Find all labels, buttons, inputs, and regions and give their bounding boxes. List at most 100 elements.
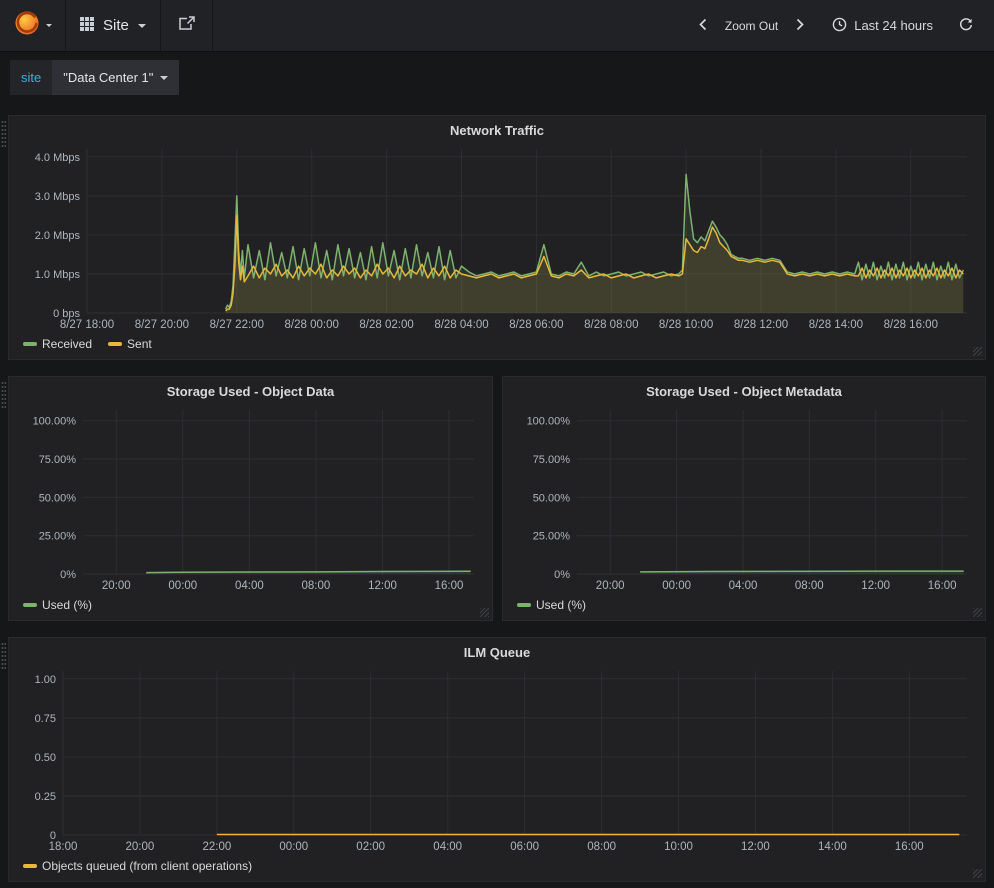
- panel-resize-handle[interactable]: [973, 869, 982, 878]
- svg-text:08:00: 08:00: [302, 580, 331, 592]
- legend-series-swatch-icon: [108, 342, 122, 346]
- chevron-right-icon: [796, 18, 804, 34]
- svg-text:100.00%: 100.00%: [33, 416, 77, 428]
- svg-text:1.00: 1.00: [35, 674, 56, 686]
- row-drag-handle-icon[interactable]: [1, 381, 6, 409]
- dashboard-picker-button[interactable]: Site: [66, 0, 161, 51]
- svg-text:22:00: 22:00: [203, 841, 232, 853]
- svg-text:00:00: 00:00: [279, 841, 308, 853]
- svg-text:12:00: 12:00: [741, 841, 770, 853]
- time-range-label: Last 24 hours: [854, 18, 933, 33]
- share-icon: [178, 16, 195, 36]
- svg-text:0%: 0%: [554, 569, 570, 581]
- panel-network-traffic: Network Traffic 0 bps1.0 Mbps2.0 Mbps3.0…: [8, 115, 986, 360]
- svg-text:18:00: 18:00: [49, 841, 78, 853]
- variable-site: site "Data Center 1": [10, 60, 179, 95]
- svg-text:8/27 22:00: 8/27 22:00: [210, 319, 264, 331]
- panel-storage-object-data: Storage Used - Object Data 0%25.00%50.00…: [8, 376, 493, 621]
- chart-legend: Objects queued (from client operations): [17, 855, 977, 877]
- svg-text:0.50: 0.50: [35, 752, 56, 764]
- chart-legend: Used (%): [17, 594, 484, 616]
- panel-title[interactable]: Storage Used - Object Data: [17, 380, 484, 404]
- legend-series-label: Sent: [127, 337, 152, 351]
- svg-text:8/27 18:00: 8/27 18:00: [60, 319, 114, 331]
- network-traffic-chart[interactable]: 0 bps1.0 Mbps2.0 Mbps3.0 Mbps4.0 Mbps8/2…: [17, 143, 977, 333]
- svg-text:00:00: 00:00: [168, 580, 197, 592]
- storage-object-metadata-chart[interactable]: 0%25.00%50.00%75.00%100.00%20:0000:0004:…: [511, 404, 977, 594]
- legend-item[interactable]: Objects queued (from client operations): [23, 859, 252, 873]
- svg-text:4.0 Mbps: 4.0 Mbps: [35, 152, 81, 164]
- panel-title[interactable]: Network Traffic: [17, 119, 977, 143]
- svg-text:8/28 16:00: 8/28 16:00: [884, 319, 938, 331]
- svg-text:12:00: 12:00: [368, 580, 397, 592]
- chart-legend: Used (%): [511, 594, 977, 616]
- legend-series-swatch-icon: [517, 603, 531, 607]
- topbar: Site Zoom Out: [0, 0, 994, 52]
- legend-item[interactable]: Sent: [108, 337, 152, 351]
- row-drag-handle-icon[interactable]: [1, 120, 6, 148]
- legend-item[interactable]: Received: [23, 337, 92, 351]
- svg-text:00:00: 00:00: [662, 580, 691, 592]
- svg-text:75.00%: 75.00%: [533, 454, 571, 466]
- panel-resize-handle[interactable]: [480, 608, 489, 617]
- svg-text:16:00: 16:00: [435, 580, 464, 592]
- svg-text:04:00: 04:00: [235, 580, 264, 592]
- panel-resize-handle[interactable]: [973, 608, 982, 617]
- chevron-left-icon: [699, 18, 707, 34]
- svg-text:8/27 20:00: 8/27 20:00: [135, 319, 189, 331]
- ilm-queue-chart[interactable]: 00.250.500.751.0018:0020:0022:0000:0002:…: [17, 665, 977, 855]
- chart-legend: Received Sent: [17, 333, 977, 355]
- svg-text:2.0 Mbps: 2.0 Mbps: [35, 230, 81, 242]
- zoom-out-button[interactable]: Zoom Out: [716, 13, 787, 39]
- dashboard-grid: Network Traffic 0 bps1.0 Mbps2.0 Mbps3.0…: [0, 103, 994, 882]
- svg-text:08:00: 08:00: [795, 580, 824, 592]
- panel-storage-object-metadata: Storage Used - Object Metadata 0%25.00%5…: [502, 376, 986, 621]
- svg-text:100.00%: 100.00%: [527, 416, 571, 428]
- dashboard-row: Network Traffic 0 bps1.0 Mbps2.0 Mbps3.0…: [8, 115, 986, 360]
- svg-text:8/28 08:00: 8/28 08:00: [584, 319, 638, 331]
- legend-series-label: Objects queued (from client operations): [42, 859, 252, 873]
- svg-text:0.75: 0.75: [35, 713, 56, 725]
- svg-text:8/28 12:00: 8/28 12:00: [734, 319, 788, 331]
- svg-text:16:00: 16:00: [895, 841, 924, 853]
- svg-text:08:00: 08:00: [587, 841, 616, 853]
- legend-series-swatch-icon: [23, 603, 37, 607]
- time-shift-forward-button[interactable]: [787, 12, 813, 40]
- svg-text:8/28 00:00: 8/28 00:00: [285, 319, 339, 331]
- svg-text:20:00: 20:00: [102, 580, 131, 592]
- storage-object-data-chart[interactable]: 0%25.00%50.00%75.00%100.00%20:0000:0004:…: [17, 404, 484, 594]
- panel-ilm-queue: ILM Queue 00.250.500.751.0018:0020:0022:…: [8, 637, 986, 882]
- svg-text:8/28 14:00: 8/28 14:00: [809, 319, 863, 331]
- panel-resize-handle[interactable]: [973, 347, 982, 356]
- svg-text:12:00: 12:00: [861, 580, 890, 592]
- legend-series-swatch-icon: [23, 342, 37, 346]
- time-controls: Zoom Out Last 24 hours: [690, 0, 994, 51]
- dashboard-row: Storage Used - Object Data 0%25.00%50.00…: [8, 376, 986, 621]
- clock-icon: [832, 17, 847, 35]
- svg-text:50.00%: 50.00%: [39, 492, 77, 504]
- svg-text:8/28 10:00: 8/28 10:00: [659, 319, 713, 331]
- panel-title[interactable]: ILM Queue: [17, 641, 977, 665]
- svg-text:10:00: 10:00: [664, 841, 693, 853]
- legend-item[interactable]: Used (%): [23, 598, 92, 612]
- svg-text:8/28 02:00: 8/28 02:00: [359, 319, 413, 331]
- svg-text:04:00: 04:00: [729, 580, 758, 592]
- legend-item[interactable]: Used (%): [517, 598, 586, 612]
- svg-text:16:00: 16:00: [928, 580, 957, 592]
- row-drag-handle-icon[interactable]: [1, 642, 6, 670]
- refresh-button[interactable]: [950, 11, 982, 40]
- caret-down-icon: [138, 24, 146, 28]
- time-range-picker-button[interactable]: Last 24 hours: [823, 11, 942, 41]
- share-dashboard-button[interactable]: [161, 0, 213, 51]
- svg-text:06:00: 06:00: [510, 841, 539, 853]
- variable-site-value-dropdown[interactable]: "Data Center 1": [52, 60, 179, 95]
- svg-text:20:00: 20:00: [596, 580, 625, 592]
- svg-text:20:00: 20:00: [126, 841, 155, 853]
- svg-text:1.0 Mbps: 1.0 Mbps: [35, 269, 81, 281]
- dashboard-row: ILM Queue 00.250.500.751.0018:0020:0022:…: [8, 637, 986, 882]
- panel-title[interactable]: Storage Used - Object Metadata: [511, 380, 977, 404]
- grafana-menu-button[interactable]: [0, 0, 66, 51]
- time-shift-back-button[interactable]: [690, 12, 716, 40]
- svg-text:0.25: 0.25: [35, 791, 56, 803]
- grafana-logo-icon: [13, 9, 41, 42]
